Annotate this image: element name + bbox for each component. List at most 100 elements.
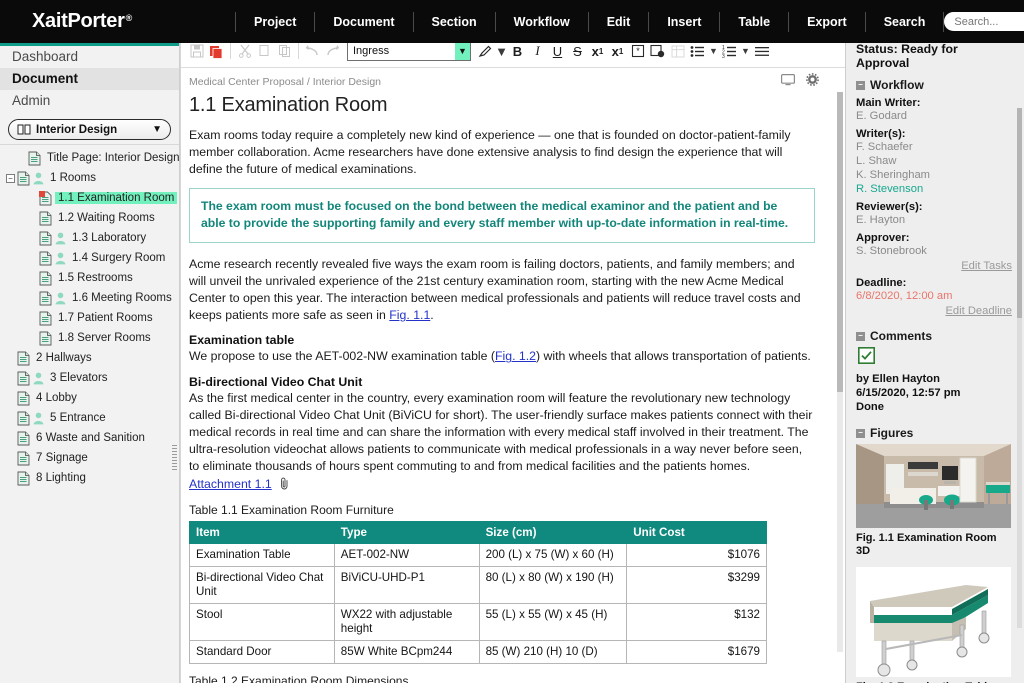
pdf-icon[interactable]	[207, 42, 226, 61]
nav-item-table[interactable]: Table	[720, 11, 790, 32]
sidebar-scroll-handle[interactable]	[172, 445, 177, 471]
collapse-icon[interactable]: −	[856, 80, 865, 90]
nav-item-project[interactable]: Project	[235, 11, 316, 32]
fig-1-2-link[interactable]: Fig. 1.2	[495, 349, 536, 363]
tree-item[interactable]: 5 Entrance	[0, 408, 179, 428]
table-cell[interactable]: Stool	[189, 602, 335, 641]
writers-list: F. Schaefer L. Shaw K. Sheringham	[856, 140, 1012, 182]
table-cell[interactable]: $1076	[626, 542, 767, 567]
nav-item-edit[interactable]: Edit	[589, 11, 650, 32]
sidebar-mode-dashboard[interactable]: Dashboard	[0, 46, 179, 68]
tree-item[interactable]: − 1 Rooms	[0, 168, 179, 188]
tree-item[interactable]: 6 Waste and Sanition	[0, 428, 179, 448]
table-cell[interactable]: 55 (L) x 55 (W) x 45 (H)	[478, 602, 628, 641]
nav-item-search[interactable]: Search	[866, 11, 945, 32]
tree-item[interactable]: 1.2 Waiting Rooms	[0, 208, 179, 228]
bullet-list-dropdown-icon[interactable]: ▼	[708, 42, 719, 61]
document-body[interactable]: 1.1 Examination Room Exam rooms today re…	[181, 94, 845, 683]
nav-item-document[interactable]: Document	[315, 11, 414, 32]
bold-icon[interactable]: B	[508, 42, 527, 61]
bullet-list-icon[interactable]	[688, 42, 707, 61]
subscript-icon[interactable]: x1	[588, 42, 607, 61]
paragraph-style-select[interactable]: Ingress ▼	[347, 41, 471, 61]
tree-expander-icon[interactable]: −	[6, 173, 15, 183]
nav-item-insert[interactable]: Insert	[649, 11, 721, 32]
paperclip-icon[interactable]	[276, 477, 290, 491]
collapse-icon[interactable]: −	[856, 428, 865, 438]
italic-icon[interactable]: I	[528, 42, 547, 61]
superscript-icon[interactable]: x1	[608, 42, 627, 61]
insert-reference-icon[interactable]	[648, 42, 667, 61]
tree-item[interactable]: 1.3 Laboratory	[0, 228, 179, 248]
table-cell[interactable]: 85W White BCpm244	[333, 639, 480, 664]
nav-item-export[interactable]: Export	[789, 11, 866, 32]
document-selector[interactable]: Interior Design ▼	[8, 119, 171, 140]
nav-item-section[interactable]: Section	[414, 11, 496, 32]
table-cell[interactable]: $132	[626, 602, 767, 641]
fig-1-1-link[interactable]: Fig. 1.1	[389, 308, 430, 322]
tree-item[interactable]: 1.7 Patient Rooms	[0, 308, 179, 328]
figures-section-header[interactable]: − Figures	[856, 426, 1012, 440]
global-search-input[interactable]	[944, 12, 1024, 31]
numbered-list-icon[interactable]: 123	[720, 42, 739, 61]
table-cell[interactable]: $1679	[626, 639, 767, 664]
tree-item[interactable]: 1.4 Surgery Room	[0, 248, 179, 268]
table-cell[interactable]: Standard Door	[189, 639, 335, 664]
breadcrumb[interactable]: Medical Center Proposal / Interior Desig…	[189, 76, 381, 88]
sidebar-mode-admin[interactable]: Admin	[0, 90, 179, 112]
strikethrough-icon[interactable]: S	[568, 42, 587, 61]
redo-icon[interactable]	[323, 42, 342, 61]
tree-item[interactable]: 4 Lobby	[0, 388, 179, 408]
right-panel-scrollbar-thumb[interactable]	[1017, 108, 1022, 318]
collapse-icon[interactable]: −	[856, 331, 865, 341]
tree-item[interactable]: 2 Hallways	[0, 348, 179, 368]
table-cell[interactable]: Bi-directional Video Chat Unit	[189, 565, 335, 604]
paste-icon[interactable]	[275, 42, 294, 61]
undo-icon[interactable]	[303, 42, 322, 61]
tree-item[interactable]: 1.1 Examination Room	[0, 188, 179, 208]
table-cell[interactable]: 80 (L) x 80 (W) x 190 (H)	[478, 565, 628, 604]
table-cell[interactable]: Examination Table	[189, 542, 335, 567]
highlight-dropdown-icon[interactable]: ▼	[495, 42, 508, 61]
numbered-list-dropdown-icon[interactable]: ▼	[740, 42, 751, 61]
comment-done-icon[interactable]	[858, 347, 1012, 369]
figure-1-1-thumbnail[interactable]	[856, 444, 1011, 528]
copy-icon[interactable]	[255, 42, 274, 61]
nav-item-workflow[interactable]: Workflow	[496, 11, 589, 32]
insert-field-icon[interactable]: *	[628, 42, 647, 61]
document-scrollbar[interactable]	[837, 92, 843, 652]
align-icon[interactable]	[752, 42, 771, 61]
edit-tasks-link[interactable]: Edit Tasks	[856, 260, 1012, 272]
table-cell[interactable]: WX22 with adjustable height	[333, 602, 480, 641]
save-icon[interactable]	[187, 42, 206, 61]
document-scrollbar-thumb[interactable]	[837, 92, 843, 392]
tree-item[interactable]: 1.8 Server Rooms	[0, 328, 179, 348]
tree-item[interactable]: 1.6 Meeting Rooms	[0, 288, 179, 308]
approver-label: Approver:	[856, 232, 910, 244]
tree-item[interactable]: 3 Elevators	[0, 368, 179, 388]
highlight-icon[interactable]	[476, 42, 495, 61]
tree-item[interactable]: 7 Signage	[0, 448, 179, 468]
sidebar-mode-document[interactable]: Document	[0, 68, 179, 90]
gear-icon[interactable]	[806, 73, 819, 91]
app-logo[interactable]: XaitPorter ®	[0, 10, 180, 33]
chevron-down-icon[interactable]: ▼	[455, 42, 470, 60]
tree-item[interactable]: Title Page: Interior Design	[0, 148, 179, 168]
underline-icon[interactable]: U	[548, 42, 567, 61]
monitor-icon[interactable]	[781, 73, 796, 91]
figure-1-2-thumbnail[interactable]	[856, 567, 1011, 677]
tree-item[interactable]: 8 Lighting	[0, 468, 179, 488]
table-cell[interactable]: $3299	[626, 565, 767, 604]
attachment-1-1-link[interactable]: Attachment 1.1	[189, 477, 272, 491]
comments-section-header[interactable]: − Comments	[856, 329, 1012, 343]
edit-deadline-link[interactable]: Edit Deadline	[856, 305, 1012, 317]
table-cell[interactable]: 200 (L) x 75 (W) x 60 (H)	[478, 542, 628, 567]
table-cell[interactable]: 85 (W) 210 (H) 10 (D)	[478, 639, 628, 664]
table-cell[interactable]: AET-002-NW	[333, 542, 480, 567]
tree-item[interactable]: 1.5 Restrooms	[0, 268, 179, 288]
table-cell[interactable]: BiViCU-UHD-P1	[333, 565, 480, 604]
right-panel-scrollbar[interactable]	[1017, 108, 1022, 628]
insert-table-icon[interactable]	[668, 42, 687, 61]
cut-icon[interactable]	[235, 42, 254, 61]
workflow-section-header[interactable]: − Workflow	[856, 78, 1012, 92]
